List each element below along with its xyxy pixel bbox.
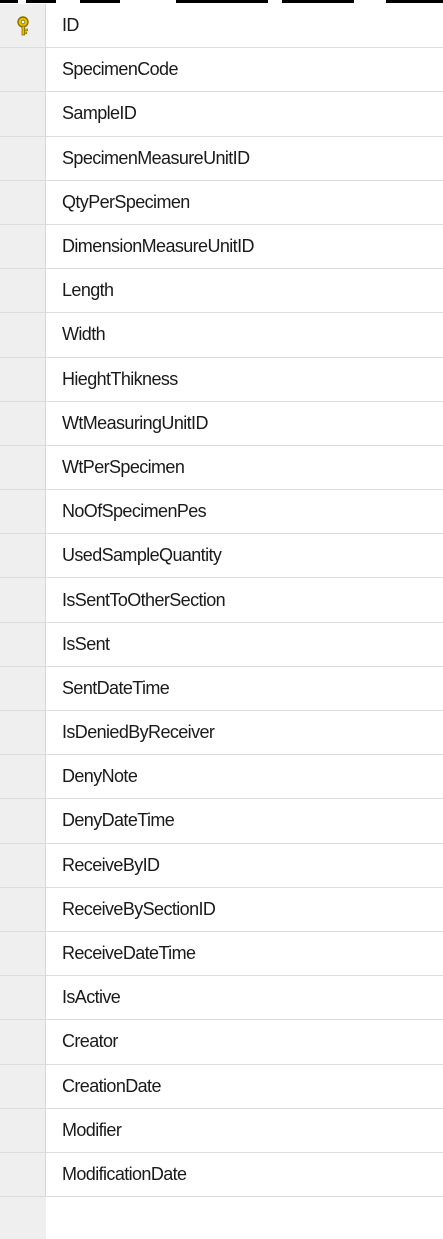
column-name: Width: [62, 324, 106, 345]
column-name: SpecimenCode: [62, 59, 178, 80]
row-selector[interactable]: [0, 1108, 46, 1152]
table-row[interactable]: Creator: [0, 1020, 443, 1065]
row-selector[interactable]: [0, 578, 46, 622]
column-name: QtyPerSpecimen: [62, 191, 190, 212]
column-name: IsSentToOtherSection: [62, 589, 226, 610]
table-row[interactable]: Width: [0, 313, 443, 358]
table-row[interactable]: SpecimenCode: [0, 48, 443, 93]
table-row[interactable]: IsActive: [0, 976, 443, 1021]
column-name: Modifier: [62, 1119, 122, 1140]
row-selector[interactable]: [0, 534, 46, 578]
table-row[interactable]: CreationDate: [0, 1064, 443, 1109]
column-name: DenyDateTime: [62, 810, 175, 831]
row-selector[interactable]: [0, 1064, 46, 1108]
column-name: HieghtThikness: [62, 368, 178, 389]
column-name: SampleID: [62, 103, 137, 124]
column-name: UsedSampleQuantity: [62, 545, 222, 566]
table-row[interactable]: WtMeasuringUnitID: [0, 401, 443, 446]
column-name: IsSent: [62, 633, 110, 654]
column-name: DenyNote: [62, 766, 138, 787]
column-name: ReceiveDateTime: [62, 943, 196, 964]
row-selector[interactable]: [0, 180, 46, 224]
row-selector[interactable]: [0, 887, 46, 931]
column-list: ID SpecimenCode SampleID SpecimenMeasureUni…: [0, 4, 443, 1198]
row-selector[interactable]: [0, 1020, 46, 1064]
table-designer: ID SpecimenCode SampleID SpecimenMeasureUni…: [0, 0, 443, 1239]
table-row[interactable]: ReceiveDateTime: [0, 931, 443, 977]
row-selector[interactable]: [0, 224, 46, 269]
row-selector[interactable]: [0, 711, 46, 755]
column-name: Length: [62, 280, 114, 301]
table-row[interactable]: ReceiveByID: [0, 843, 443, 888]
table-row[interactable]: WtPerSpecimen: [0, 445, 443, 491]
key-icon: [15, 15, 31, 36]
table-row[interactable]: ModificationDate: [0, 1152, 443, 1198]
column-name: CreationDate: [62, 1075, 161, 1096]
column-name: Creator: [62, 1031, 118, 1052]
table-row[interactable]: DenyDateTime: [0, 799, 443, 844]
column-name: ReceiveBySectionID: [62, 898, 216, 919]
table-row[interactable]: HieghtThikness: [0, 357, 443, 402]
row-selector[interactable]: [0, 136, 46, 180]
table-row[interactable]: SpecimenMeasureUnitID: [0, 136, 443, 181]
column-name: ID: [62, 15, 79, 36]
row-selector[interactable]: [0, 976, 46, 1020]
column-name: DimensionMeasureUnitID: [62, 236, 254, 257]
row-selector[interactable]: [0, 445, 46, 490]
table-row[interactable]: ID: [0, 4, 443, 49]
row-selector[interactable]: [0, 755, 46, 799]
table-row[interactable]: DimensionMeasureUnitID: [0, 224, 443, 270]
table-row[interactable]: IsSent: [0, 622, 443, 667]
row-selector[interactable]: [0, 931, 46, 976]
row-selector[interactable]: [0, 269, 46, 313]
table-row[interactable]: DenyNote: [0, 755, 443, 800]
row-selector[interactable]: [0, 1152, 46, 1197]
table-row[interactable]: IsSentToOtherSection: [0, 578, 443, 623]
row-selector[interactable]: [0, 490, 46, 534]
table-row[interactable]: NoOfSpecimenPes: [0, 490, 443, 535]
table-row[interactable]: IsDeniedByReceiver: [0, 711, 443, 756]
column-name: NoOfSpecimenPes: [62, 501, 207, 522]
row-selector[interactable]: [0, 666, 46, 710]
row-selector[interactable]: [0, 4, 46, 48]
row-selector[interactable]: [0, 843, 46, 887]
column-name: ModificationDate: [62, 1163, 187, 1184]
table-row[interactable]: Modifier: [0, 1108, 443, 1153]
row-selector[interactable]: [0, 401, 46, 445]
table-row[interactable]: SentDateTime: [0, 666, 443, 711]
row-selector[interactable]: [0, 799, 46, 843]
row-selector[interactable]: [0, 622, 46, 666]
column-name: IsDeniedByReceiver: [62, 722, 215, 743]
row-selector[interactable]: [0, 357, 46, 401]
row-selector[interactable]: [0, 48, 46, 92]
table-row[interactable]: SampleID: [0, 92, 443, 137]
column-name: SpecimenMeasureUnitID: [62, 147, 250, 168]
column-name: SentDateTime: [62, 677, 170, 698]
row-selector[interactable]: [0, 313, 46, 357]
table-row[interactable]: ReceiveBySectionID: [0, 887, 443, 932]
column-name: IsActive: [62, 987, 121, 1008]
column-name: WtPerSpecimen: [62, 456, 185, 477]
table-row[interactable]: Length: [0, 269, 443, 314]
table-row[interactable]: UsedSampleQuantity: [0, 534, 443, 579]
column-name: ReceiveByID: [62, 854, 160, 875]
row-selector[interactable]: [0, 92, 46, 136]
column-name: WtMeasuringUnitID: [62, 412, 208, 433]
table-row[interactable]: QtyPerSpecimen: [0, 180, 443, 225]
